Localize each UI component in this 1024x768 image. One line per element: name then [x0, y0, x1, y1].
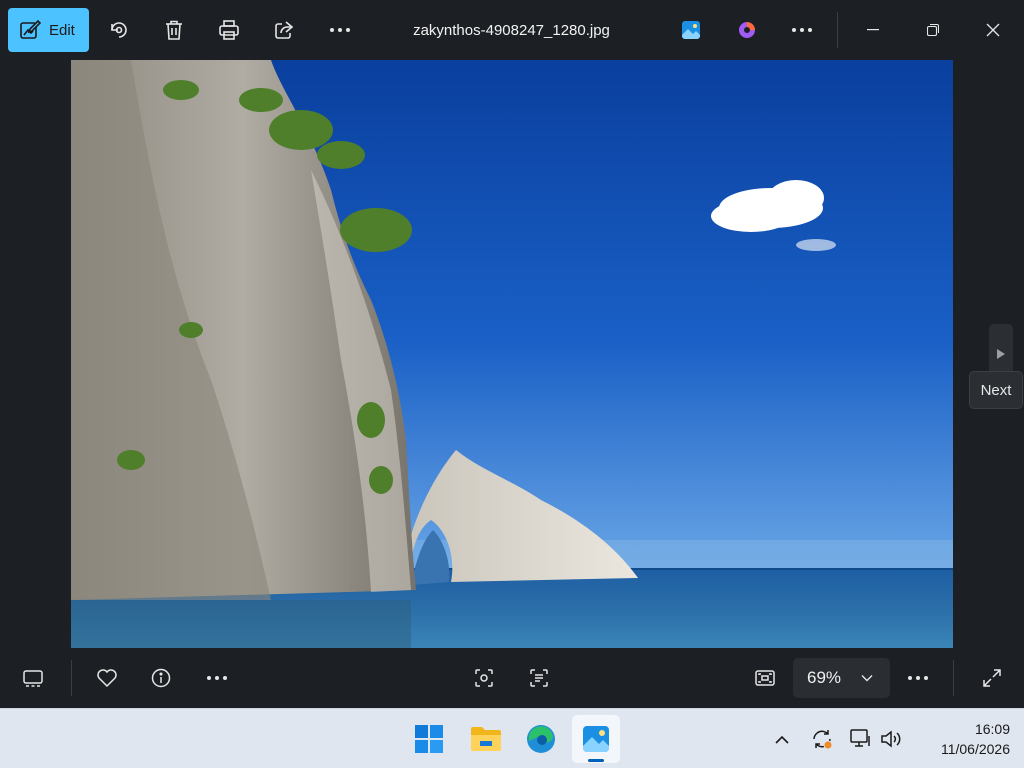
close-button[interactable] — [963, 0, 1023, 60]
text-extract-button[interactable] — [519, 658, 559, 698]
clipchamp-button[interactable] — [725, 8, 769, 52]
delete-icon — [164, 19, 184, 41]
photos-app-button[interactable] — [669, 8, 713, 52]
next-tooltip: Next — [969, 371, 1023, 409]
photo-display — [71, 60, 953, 648]
bottom-toolbar: 69% — [0, 648, 1024, 708]
visual-search-icon — [474, 668, 494, 688]
clock-time: 16:09 — [974, 721, 1010, 737]
info-icon — [151, 668, 171, 688]
edge-icon — [526, 724, 556, 754]
sync-status-button[interactable] — [808, 725, 836, 753]
restore-button[interactable] — [903, 0, 963, 60]
more-icon — [329, 27, 351, 33]
chevron-up-icon — [775, 735, 789, 744]
volume-button[interactable] — [878, 725, 906, 753]
more-icon — [791, 27, 813, 33]
edit-label: Edit — [49, 21, 75, 39]
filmstrip-icon — [22, 669, 44, 687]
titlebar-divider — [837, 12, 838, 48]
sync-icon — [810, 727, 834, 751]
fit-to-window-icon — [754, 669, 776, 687]
start-button[interactable] — [405, 715, 453, 763]
share-button[interactable] — [262, 8, 306, 52]
print-button[interactable] — [207, 8, 251, 52]
delete-button[interactable] — [152, 8, 196, 52]
close-icon — [986, 23, 1000, 37]
edit-icon — [19, 19, 41, 41]
file-explorer-taskbar-button[interactable] — [462, 715, 510, 763]
visual-search-button[interactable] — [464, 658, 504, 698]
share-icon — [273, 19, 295, 41]
clock-date: 11/06/2026 — [940, 741, 1010, 757]
image-viewer: Next — [0, 60, 1024, 648]
photos-app-icon — [582, 725, 610, 753]
chevron-down-icon — [861, 674, 873, 682]
minimize-icon — [867, 29, 879, 31]
bottombar-divider — [953, 660, 954, 696]
clock[interactable]: 16:09 11/06/2026 — [910, 719, 1010, 759]
title-bar: Edit zakynthos-4908247_1280.jpg — [0, 0, 1024, 60]
more-icon — [206, 675, 228, 681]
more-view-options-button[interactable] — [898, 658, 938, 698]
more-apps-button[interactable] — [780, 8, 824, 52]
windows-start-icon — [414, 724, 444, 754]
rotate-icon — [108, 19, 130, 41]
filmstrip-button[interactable] — [13, 658, 53, 698]
play-icon — [996, 348, 1006, 360]
more-icon — [907, 675, 929, 681]
bottombar-divider — [71, 660, 72, 696]
more-options-button[interactable] — [197, 658, 237, 698]
volume-icon — [880, 729, 904, 749]
fit-to-window-button[interactable] — [745, 658, 785, 698]
show-hidden-icons-button[interactable] — [768, 725, 796, 753]
zoom-level: 69% — [807, 668, 842, 687]
text-extract-icon — [529, 668, 549, 688]
favorite-button[interactable] — [87, 658, 127, 698]
edit-button[interactable]: Edit — [8, 8, 89, 52]
minimize-button[interactable] — [843, 0, 903, 60]
favorite-icon — [96, 668, 118, 688]
info-button[interactable] — [141, 658, 181, 698]
rotate-button[interactable] — [97, 8, 141, 52]
active-app-indicator — [588, 759, 604, 762]
print-icon — [218, 19, 240, 41]
fullscreen-button[interactable] — [972, 658, 1012, 698]
file-name: zakynthos-4908247_1280.jpg — [413, 21, 610, 39]
restore-icon — [927, 24, 939, 36]
network-icon — [849, 728, 873, 750]
edge-taskbar-button[interactable] — [517, 715, 565, 763]
file-explorer-icon — [470, 725, 502, 753]
photos-app-icon — [681, 20, 701, 40]
fullscreen-icon — [982, 668, 1002, 688]
clipchamp-icon — [737, 20, 757, 40]
photos-taskbar-button[interactable] — [572, 715, 620, 763]
more-options-button[interactable] — [318, 8, 362, 52]
network-button[interactable] — [847, 725, 875, 753]
windows-taskbar: 16:09 11/06/2026 — [0, 708, 1024, 768]
zoom-dropdown[interactable]: 69% — [793, 658, 890, 698]
